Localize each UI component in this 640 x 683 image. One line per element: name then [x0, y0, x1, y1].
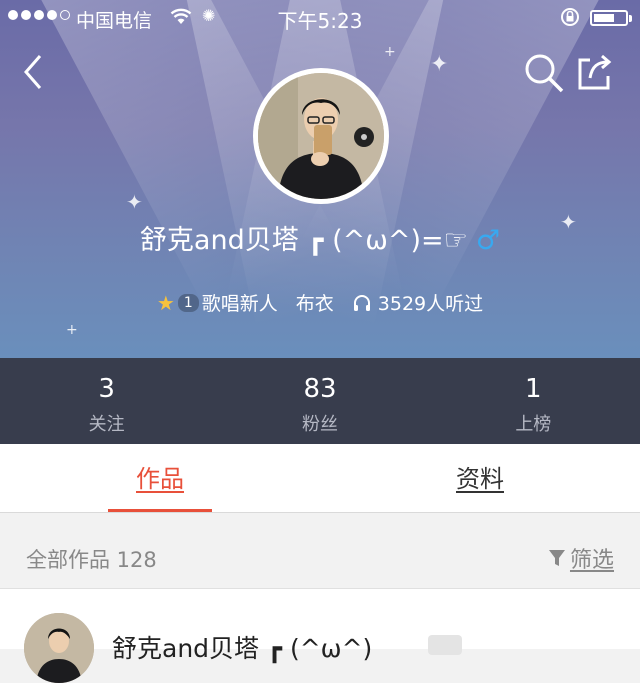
tab-info-label: 资料: [456, 465, 504, 493]
star-icon: ★: [156, 290, 175, 315]
profile-name: 舒克and贝塔 ┏ (^ω^)=☞: [139, 225, 468, 256]
headphone-icon: [353, 294, 370, 311]
share-button[interactable]: [576, 52, 616, 92]
level-badge[interactable]: ★ 1 歌唱新人: [157, 289, 278, 316]
stat-following[interactable]: 3 关注: [0, 358, 213, 444]
profile-name-row: 舒克and贝塔 ┏ (^ω^)=☞ ♂: [0, 218, 640, 257]
stat-fans[interactable]: 83 粉丝: [213, 358, 426, 444]
works-count: 全部作品 128: [26, 548, 157, 572]
tab-info[interactable]: 资料: [320, 444, 640, 512]
avatar: [24, 613, 94, 683]
works-header: 全部作品 128 筛选: [0, 528, 640, 589]
level-title: 歌唱新人: [201, 293, 278, 315]
stat-value: 1: [525, 374, 542, 404]
tab-works-label: 作品: [136, 465, 184, 493]
back-icon: [24, 55, 42, 89]
sparkle-icon: ✦: [126, 190, 143, 214]
status-bar: 中国电信 ✺ 下午5:23: [0, 0, 640, 36]
profile-header: ✦ + ✦ ✦ + 中国电信 ✺ 下午5:23 舒克and贝塔 ┏ (^ω^)=…: [0, 0, 640, 358]
listen-count: 3529人听过: [352, 289, 483, 316]
lock-rotation-icon: [560, 7, 580, 32]
search-icon: [525, 54, 564, 93]
rank-label: 布衣: [295, 293, 334, 315]
stats-bar: 3 关注 83 粉丝 1 上榜: [0, 358, 640, 444]
avatar-photo: [258, 73, 384, 199]
profile-tabs: 作品 资料: [0, 444, 640, 513]
back-button[interactable]: [18, 52, 58, 92]
sparkle-icon: ✦: [430, 52, 449, 77]
stat-value: 83: [303, 374, 337, 404]
level-number: 1: [177, 293, 199, 312]
filter-label: 筛选: [569, 548, 614, 573]
stat-label: 粉丝: [301, 414, 338, 435]
tab-works[interactable]: 作品: [0, 444, 320, 512]
stat-label: 关注: [88, 414, 125, 435]
stat-value: 3: [98, 374, 115, 404]
filter-icon: [548, 550, 565, 566]
share-icon: [578, 54, 612, 90]
clock: 下午5:23: [277, 9, 363, 33]
stat-label: 上榜: [515, 414, 552, 435]
stat-ranking[interactable]: 1 上榜: [427, 358, 640, 444]
item-title: 舒克and贝塔 ┏ (^ω^): [112, 634, 373, 663]
list-item[interactable]: 舒克and贝塔 ┏ (^ω^): [0, 589, 640, 683]
sparkle-icon: +: [384, 44, 396, 60]
avatar[interactable]: [253, 68, 389, 204]
profile-meta: ★ 1 歌唱新人 布衣 3529人听过: [0, 289, 640, 316]
gender-male-icon: ♂: [475, 225, 501, 256]
sparkle-icon: +: [66, 322, 78, 338]
filter-button[interactable]: 筛选: [548, 542, 614, 574]
search-button[interactable]: [522, 52, 564, 93]
battery-icon: [590, 10, 632, 26]
item-badge: [428, 635, 462, 655]
listen-count-label: 3529人听过: [377, 293, 484, 315]
